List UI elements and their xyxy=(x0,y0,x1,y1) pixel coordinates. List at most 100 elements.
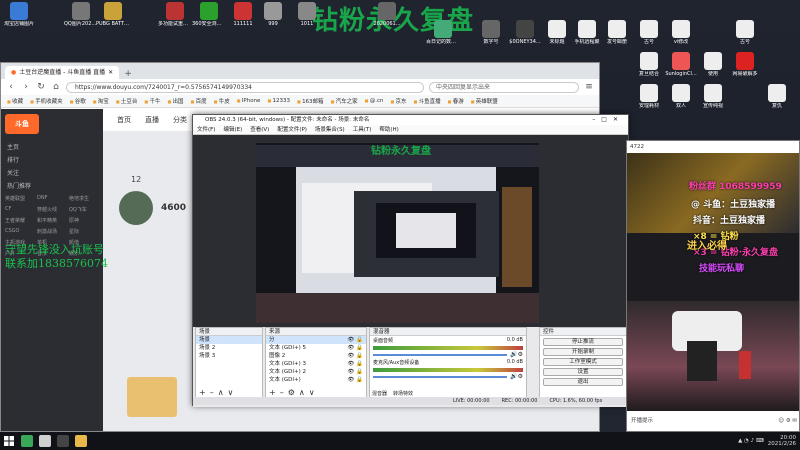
obs-menu-item[interactable]: 配置文件(P) xyxy=(277,125,307,134)
desktop-icon[interactable]: 双人 xyxy=(664,84,698,109)
category-link[interactable]: 英雄联盟 xyxy=(5,195,35,202)
close-icon[interactable]: ✕ xyxy=(108,66,113,79)
browser-tab[interactable]: ● 土豆台逆魔直播 - 斗鱼直播 直播 ✕ xyxy=(5,66,120,79)
scene-item[interactable]: 场景 3 xyxy=(196,352,262,360)
desktop-icon[interactable]: vi修改 xyxy=(664,20,698,45)
speaker-icon[interactable]: 🔊⚙ xyxy=(510,351,523,358)
reload-icon[interactable]: ↻ xyxy=(36,82,46,92)
category-link[interactable]: 星际 xyxy=(69,228,99,235)
source-item[interactable]: 文本 (GDI+) 3 👁 🔒 xyxy=(266,360,366,368)
control-button[interactable]: 开始录制 xyxy=(543,348,623,356)
tray-icons[interactable]: ▲ ◔ ♪ ⌨ xyxy=(738,438,764,444)
desktop-icon[interactable]: 网易破解多 xyxy=(728,52,762,77)
visibility-lock-icon[interactable]: 👁 🔒 xyxy=(347,345,363,351)
browser-icon[interactable] xyxy=(39,435,51,447)
desktop-icon[interactable]: 未标题 xyxy=(540,20,574,45)
desktop-icon[interactable]: 宣传纯视 xyxy=(696,84,730,109)
menu-icon[interactable]: ≡ xyxy=(584,82,594,92)
bookmark-item[interactable]: 12333 xyxy=(267,98,291,104)
scene-tools[interactable]: +–∧∨ xyxy=(199,388,237,397)
desktop-icon[interactable]: 2020061... xyxy=(370,2,404,27)
new-tab-button[interactable]: + xyxy=(123,69,133,79)
category-link[interactable]: 绝地求生 xyxy=(69,195,99,202)
obs-menu-item[interactable]: 帮助(H) xyxy=(379,125,398,134)
bookmark-item[interactable]: 淘宝 xyxy=(93,97,109,105)
category-link[interactable]: DNF xyxy=(37,195,67,202)
desktop-icon[interactable]: 手机远程聚 xyxy=(570,20,604,45)
promo-card[interactable] xyxy=(127,377,177,417)
wechat-icon[interactable] xyxy=(21,435,33,447)
emoji-icon[interactable]: ☺ ⚙ ✉ xyxy=(778,411,797,431)
source-item[interactable]: 文本 (GDI+) 2 👁 🔒 xyxy=(266,368,366,376)
visibility-lock-icon[interactable]: 👁 🔒 xyxy=(347,361,363,367)
category-link[interactable]: 王者荣耀 xyxy=(5,217,35,224)
source-tools[interactable]: +–⚙∧∨ xyxy=(269,388,319,397)
obs-menu-item[interactable]: 工具(T) xyxy=(353,125,372,134)
sidebar-item[interactable]: 热门推荐 xyxy=(1,179,103,192)
desktop-icon[interactable]: 多功能试重复生成 xyxy=(158,2,192,27)
desktop-icon[interactable]: 古号 xyxy=(632,20,666,45)
bookmark-item[interactable]: 千牛 xyxy=(144,97,160,105)
obs-menu-item[interactable]: 编辑(E) xyxy=(223,125,242,134)
source-item[interactable]: 分 👁 🔒 xyxy=(266,336,366,344)
topnav-item[interactable]: 分类 xyxy=(173,115,187,125)
bookmark-item[interactable]: 百度 xyxy=(191,97,207,105)
bookmark-item[interactable]: 春游 xyxy=(448,97,464,105)
scene-item[interactable]: 场景 xyxy=(196,336,262,344)
desktop-icon[interactable]: 复旦结合 xyxy=(632,52,666,77)
url-input[interactable]: https://www.douyu.com/7240017_r=0.575657… xyxy=(66,81,424,93)
qq-icon[interactable] xyxy=(75,435,87,447)
bookmark-item[interactable]: 汽车之家 xyxy=(331,97,358,105)
obs-menu-item[interactable]: 查看(V) xyxy=(250,125,269,134)
site-logo[interactable]: 斗鱼 xyxy=(5,114,39,134)
category-link[interactable]: 刺激战场 xyxy=(37,228,67,235)
source-item[interactable]: 文本 (GDI+) 👁 🔒 xyxy=(266,376,366,384)
desktop-icon[interactable]: 使用 xyxy=(696,52,730,77)
desktop-icon[interactable]: $0ONEY34... xyxy=(508,20,542,45)
bookmark-item[interactable]: 收藏 xyxy=(7,97,23,105)
category-link[interactable]: 原神 xyxy=(69,217,99,224)
visibility-lock-icon[interactable]: 👁 🔒 xyxy=(347,369,363,375)
speaker-icon[interactable]: 🔊⚙ xyxy=(510,373,523,380)
sidebar-item[interactable]: 主页 xyxy=(1,140,103,153)
source-item[interactable]: 文本 (GDI+) 5 👁 🔒 xyxy=(266,344,366,352)
bookmark-item[interactable]: 手机收藏夹 xyxy=(30,97,63,105)
sidebar-item[interactable]: 关注 xyxy=(1,166,103,179)
desktop-icon[interactable]: 古号 xyxy=(728,20,762,45)
desktop-icon[interactable]: SunloginCl... xyxy=(664,52,698,77)
home-icon[interactable]: ⌂ xyxy=(51,82,61,92)
streamer-card[interactable]: 12 4600 xyxy=(119,175,199,261)
visibility-lock-icon[interactable]: 👁 🔒 xyxy=(347,353,363,359)
source-item[interactable]: 图像 2 👁 🔒 xyxy=(266,352,366,360)
category-link[interactable]: 穿越火线 xyxy=(37,206,67,213)
control-button[interactable]: 工作室模式 xyxy=(543,358,623,366)
desktop-icon[interactable]: 数字号 xyxy=(474,20,508,45)
obs-icon[interactable] xyxy=(57,435,69,447)
category-link[interactable]: CF xyxy=(5,206,35,213)
desktop-icon[interactable]: QQ图片2021020... xyxy=(64,2,98,27)
bookmark-item[interactable]: 英雄联盟 xyxy=(471,97,498,105)
desktop-icon[interactable]: 1011 xyxy=(290,2,324,27)
category-link[interactable]: 和平精英 xyxy=(37,217,67,224)
dock-tab[interactable]: 混音器 xyxy=(372,390,387,397)
window-controls[interactable]: –□✕ xyxy=(592,115,624,125)
bookmark-item[interactable]: 京东 xyxy=(390,97,407,105)
desktop-icon[interactable]: 百日记的数字音 xyxy=(426,20,460,45)
desktop-icon[interactable]: 999 xyxy=(256,2,290,27)
bookmark-item[interactable]: @.cn xyxy=(365,98,384,104)
avatar[interactable] xyxy=(119,191,153,225)
topnav-item[interactable]: 直播 xyxy=(145,115,159,125)
bookmark-item[interactable]: 出国 xyxy=(167,97,184,105)
desktop-icon[interactable]: PUBG BATTLEGR... xyxy=(96,2,130,27)
bookmark-item[interactable]: 土豆台 xyxy=(116,97,138,105)
obs-menu-item[interactable]: 文件(F) xyxy=(197,125,215,134)
bookmark-item[interactable]: 牛皮 xyxy=(214,97,230,105)
control-button[interactable]: 退出 xyxy=(543,378,623,386)
control-button[interactable]: 设置 xyxy=(543,368,623,376)
desktop-icon[interactable]: 安理耗材 xyxy=(632,84,666,109)
desktop-icon[interactable]: 复仇 xyxy=(760,84,794,109)
bookmark-item[interactable]: IPhone xyxy=(237,98,261,104)
desktop-icon[interactable]: 淘宝店铺图片 xyxy=(2,2,36,27)
scene-item[interactable]: 场景 2 xyxy=(196,344,262,352)
dock-tab[interactable]: 转场特效 xyxy=(393,390,413,397)
